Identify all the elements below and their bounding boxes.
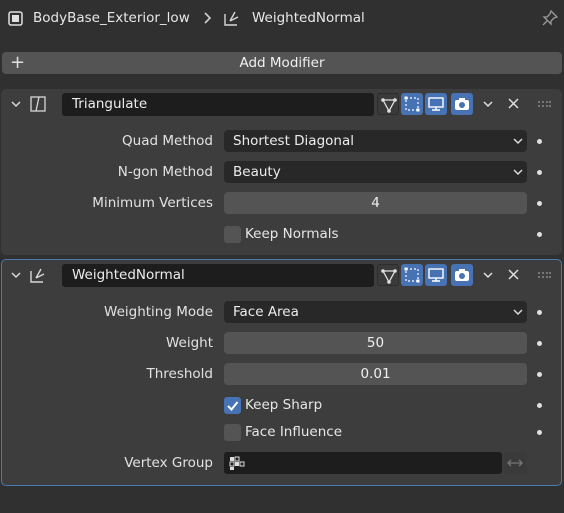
keyframe-dot-icon[interactable]: [537, 201, 542, 206]
plus-icon: +: [10, 52, 26, 73]
close-icon[interactable]: [507, 97, 520, 110]
threshold-field[interactable]: 0.01: [224, 363, 527, 385]
monitor-icon: [428, 97, 444, 111]
vertex-group-label: Vertex Group: [124, 455, 213, 471]
camera-icon: [455, 269, 469, 281]
keep-sharp-label[interactable]: Keep Sharp: [245, 394, 322, 416]
weighting-mode-value: Face Area: [233, 304, 299, 320]
render-toggle[interactable]: [451, 264, 473, 286]
vertex-group-field[interactable]: [224, 452, 502, 474]
viewport-toggle[interactable]: [425, 264, 447, 286]
extra-options-chevron-icon[interactable]: [482, 98, 494, 110]
weighting-mode-dropdown[interactable]: Face Area: [224, 301, 527, 323]
double-arrow-icon: [507, 459, 523, 467]
keep-normals-checkbox[interactable]: [224, 226, 241, 243]
drag-handle-icon[interactable]: [537, 100, 551, 108]
weighted-normal-modifier-icon: [222, 8, 242, 28]
threshold-label: Threshold: [146, 366, 213, 382]
object-icon: [6, 8, 26, 28]
weight-field[interactable]: 50: [224, 332, 527, 354]
edit-mode-cage-toggle[interactable]: [377, 93, 399, 115]
face-influence-label[interactable]: Face Influence: [245, 421, 342, 443]
quad-method-value: Shortest Diagonal: [233, 133, 354, 149]
ngon-method-dropdown[interactable]: Beauty: [224, 161, 527, 183]
triangulate-modifier-icon: [28, 94, 48, 114]
weighted-normal-name-field[interactable]: WeightedNormal: [62, 264, 374, 287]
weighting-mode-label: Weighting Mode: [104, 304, 213, 320]
dropdown-chevron-icon: [513, 309, 523, 315]
drag-handle-icon[interactable]: [537, 271, 551, 279]
keep-sharp-checkbox[interactable]: [224, 397, 241, 414]
keyframe-dot-icon[interactable]: [537, 139, 542, 144]
keyframe-dot-icon[interactable]: [537, 430, 542, 435]
keyframe-dot-icon[interactable]: [537, 372, 542, 377]
minimum-vertices-field[interactable]: 4: [224, 192, 527, 214]
pin-icon[interactable]: [540, 8, 560, 28]
close-icon[interactable]: [507, 268, 520, 281]
keyframe-dot-icon[interactable]: [537, 403, 542, 408]
invert-vertex-group-button[interactable]: [503, 452, 527, 474]
weighted-normal-modifier-icon: [28, 265, 48, 285]
collapse-chevron-icon[interactable]: [10, 269, 22, 281]
viewport-toggle[interactable]: [425, 93, 447, 115]
dropdown-chevron-icon: [513, 138, 523, 144]
keyframe-dot-icon[interactable]: [537, 232, 542, 237]
keyframe-dot-icon[interactable]: [537, 310, 542, 315]
add-modifier-button[interactable]: + Add Modifier: [2, 52, 562, 74]
breadcrumb-modifier-name[interactable]: WeightedNormal: [252, 8, 365, 28]
collapse-chevron-icon[interactable]: [10, 98, 22, 110]
checkmark-icon: [227, 401, 239, 411]
quad-method-dropdown[interactable]: Shortest Diagonal: [224, 130, 527, 152]
extra-options-chevron-icon[interactable]: [482, 269, 494, 281]
edit-mode-icon: [404, 96, 420, 112]
vertex-group-icon: [229, 456, 245, 470]
breadcrumb-chevron-icon: [198, 8, 218, 28]
edit-mode-icon: [404, 267, 420, 283]
render-toggle[interactable]: [451, 93, 473, 115]
face-influence-checkbox[interactable]: [224, 424, 241, 441]
quad-method-label: Quad Method: [122, 133, 213, 149]
dropdown-chevron-icon: [513, 169, 523, 175]
edit-mode-toggle[interactable]: [401, 264, 423, 286]
edit-mode-cage-toggle[interactable]: [377, 264, 399, 286]
add-modifier-label: Add Modifier: [239, 55, 325, 71]
camera-icon: [455, 98, 469, 110]
keyframe-dot-icon[interactable]: [537, 341, 542, 346]
edit-mode-toggle[interactable]: [401, 93, 423, 115]
ngon-method-value: Beauty: [233, 164, 281, 180]
vertex-triangle-icon: [381, 269, 397, 284]
keep-normals-label[interactable]: Keep Normals: [245, 223, 339, 245]
triangulate-name-field[interactable]: Triangulate: [62, 93, 374, 116]
minimum-vertices-label: Minimum Vertices: [92, 195, 213, 211]
keyframe-dot-icon[interactable]: [537, 170, 542, 175]
vertex-triangle-icon: [381, 98, 397, 113]
ngon-method-label: N-gon Method: [117, 164, 213, 180]
monitor-icon: [428, 268, 444, 282]
breadcrumb-object-name[interactable]: BodyBase_Exterior_low: [33, 8, 190, 28]
weight-label: Weight: [165, 335, 213, 351]
